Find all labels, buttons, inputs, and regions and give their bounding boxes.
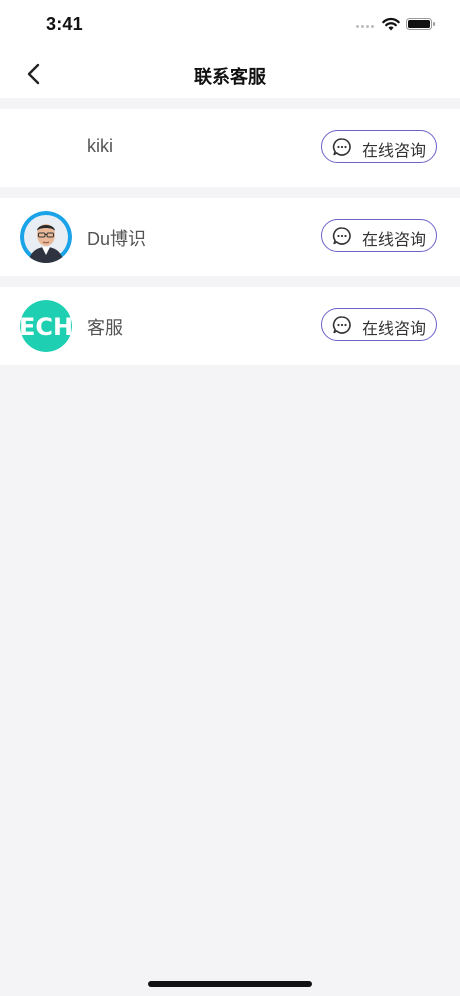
avatar-photo: [20, 211, 72, 263]
chat-bubble-icon: [332, 138, 351, 156]
chat-bubble-icon: [332, 227, 351, 245]
online-consult-button[interactable]: 在线咨询: [321, 130, 437, 163]
contact-name: 客服: [87, 318, 123, 338]
contact-row-du: Du博识 在线咨询: [0, 198, 460, 276]
navigation-bar: 联系客服: [0, 50, 460, 98]
status-bar: 3:41: [0, 0, 460, 50]
chat-bubble-icon: [332, 316, 351, 334]
contact-row-kiki: kiki 在线咨询: [0, 109, 460, 187]
cellular-signal-icon: [356, 25, 376, 31]
contact-name: Du博识: [87, 229, 147, 249]
home-indicator[interactable]: [148, 981, 312, 987]
contact-row-service: ECH 客服 在线咨询: [0, 287, 460, 365]
battery-icon: [406, 18, 435, 30]
online-consult-label: 在线咨询: [362, 232, 427, 249]
contact-name: kiki: [87, 136, 113, 156]
online-consult-button[interactable]: 在线咨询: [321, 308, 437, 341]
online-consult-label: 在线咨询: [362, 321, 427, 338]
online-consult-button[interactable]: 在线咨询: [321, 219, 437, 252]
avatar-logo-text: ECH: [20, 313, 72, 341]
page-title: 联系客服: [194, 67, 266, 87]
status-time: 3:41: [46, 14, 83, 34]
wifi-icon: [382, 17, 400, 31]
online-consult-label: 在线咨询: [362, 143, 427, 160]
avatar-ech-logo: ECH: [20, 300, 72, 352]
